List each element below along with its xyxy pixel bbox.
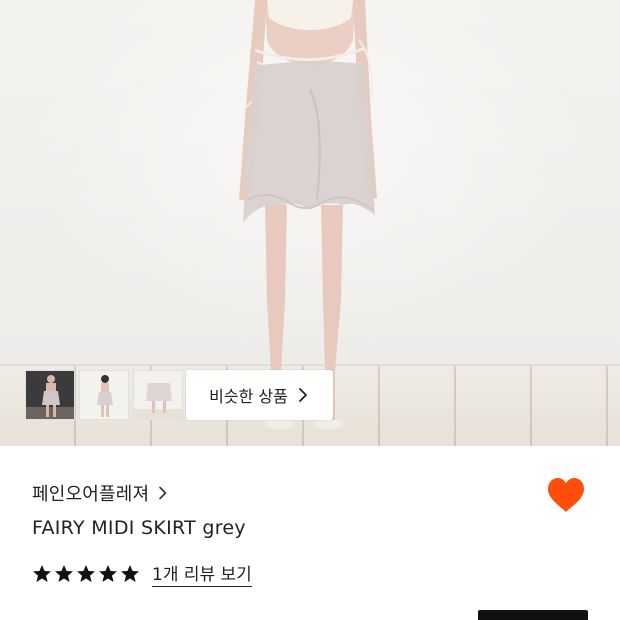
star-icon bbox=[33, 564, 51, 582]
brand-name: 페인오어플레져 bbox=[32, 484, 150, 505]
similar-products-button[interactable]: 비슷한 상품 bbox=[186, 370, 333, 420]
star-icon bbox=[121, 564, 139, 582]
chevron-right-icon bbox=[298, 388, 307, 402]
star-rating bbox=[32, 564, 140, 584]
thumbnail-3[interactable] bbox=[133, 370, 183, 420]
heart-icon[interactable] bbox=[546, 476, 586, 516]
thumbnail-1[interactable] bbox=[25, 370, 75, 420]
star-icon bbox=[55, 564, 73, 582]
rating-row: 1개 리뷰 보기 bbox=[32, 560, 252, 587]
review-link[interactable]: 1개 리뷰 보기 bbox=[152, 560, 252, 587]
thumbnail-2[interactable] bbox=[79, 370, 129, 420]
product-hero-image[interactable]: 비슷한 상품 bbox=[0, 0, 620, 446]
thumbnail-strip bbox=[25, 370, 183, 420]
product-name: FAIRY MIDI SKIRT grey bbox=[32, 517, 246, 539]
brand-link[interactable]: 페인오어플레져 bbox=[32, 480, 169, 506]
star-icon bbox=[77, 564, 95, 582]
similar-products-label: 비슷한 상품 bbox=[209, 387, 288, 406]
chevron-right-icon bbox=[159, 486, 167, 500]
star-icon bbox=[99, 564, 117, 582]
buy-button[interactable] bbox=[478, 610, 588, 620]
